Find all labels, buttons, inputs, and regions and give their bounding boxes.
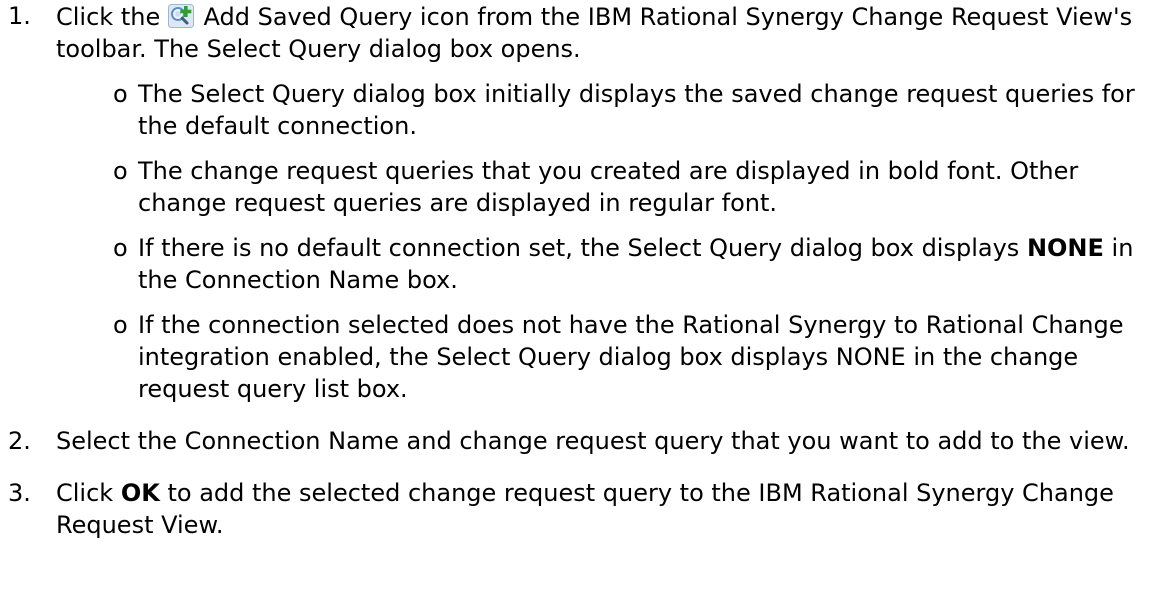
step-1: 1. Click the Add Saved Query icon from t… — [0, 0, 1159, 405]
step-text: Select the Connection Name and change re… — [56, 427, 1130, 455]
step-text-post: to add the selected change request query… — [56, 479, 1114, 539]
procedure-steps: 1. Click the Add Saved Query icon from t… — [0, 0, 1159, 541]
add-saved-query-icon — [167, 4, 194, 28]
step-3: 3. Click OK to add the selected change r… — [0, 477, 1159, 541]
step-number: 2. — [8, 427, 31, 455]
ok-keyword: OK — [120, 479, 160, 507]
step-2: 2. Select the Connection Name and change… — [0, 425, 1159, 457]
step-text-post: Add Saved Query icon from the IBM Ration… — [56, 3, 1133, 63]
none-keyword: NONE — [1026, 234, 1104, 262]
step-text-pre: Click the — [56, 3, 161, 31]
substep-3: o If there is no default connection set,… — [56, 232, 1159, 296]
substep-marker: o — [113, 234, 128, 262]
step-number: 3. — [8, 479, 31, 507]
step-number: 1. — [8, 2, 31, 30]
document: 1. Click the Add Saved Query icon from t… — [0, 0, 1159, 599]
substep-text: If the connection selected does not have… — [138, 311, 1124, 403]
substep-text: The Select Query dialog box initially di… — [138, 80, 1135, 140]
substep-1: o The Select Query dialog box initially … — [56, 78, 1159, 142]
substep-text-pre: If there is no default connection set, t… — [138, 234, 1020, 262]
substep-4: o If the connection selected does not ha… — [56, 309, 1159, 405]
step-text-pre: Click — [56, 479, 114, 507]
substep-marker: o — [113, 157, 128, 185]
substep-marker: o — [113, 80, 128, 108]
substeps: o The Select Query dialog box initially … — [56, 78, 1159, 405]
substep-marker: o — [113, 311, 128, 339]
substep-text: The change request queries that you crea… — [138, 157, 1079, 217]
substep-2: o The change request queries that you cr… — [56, 155, 1159, 219]
